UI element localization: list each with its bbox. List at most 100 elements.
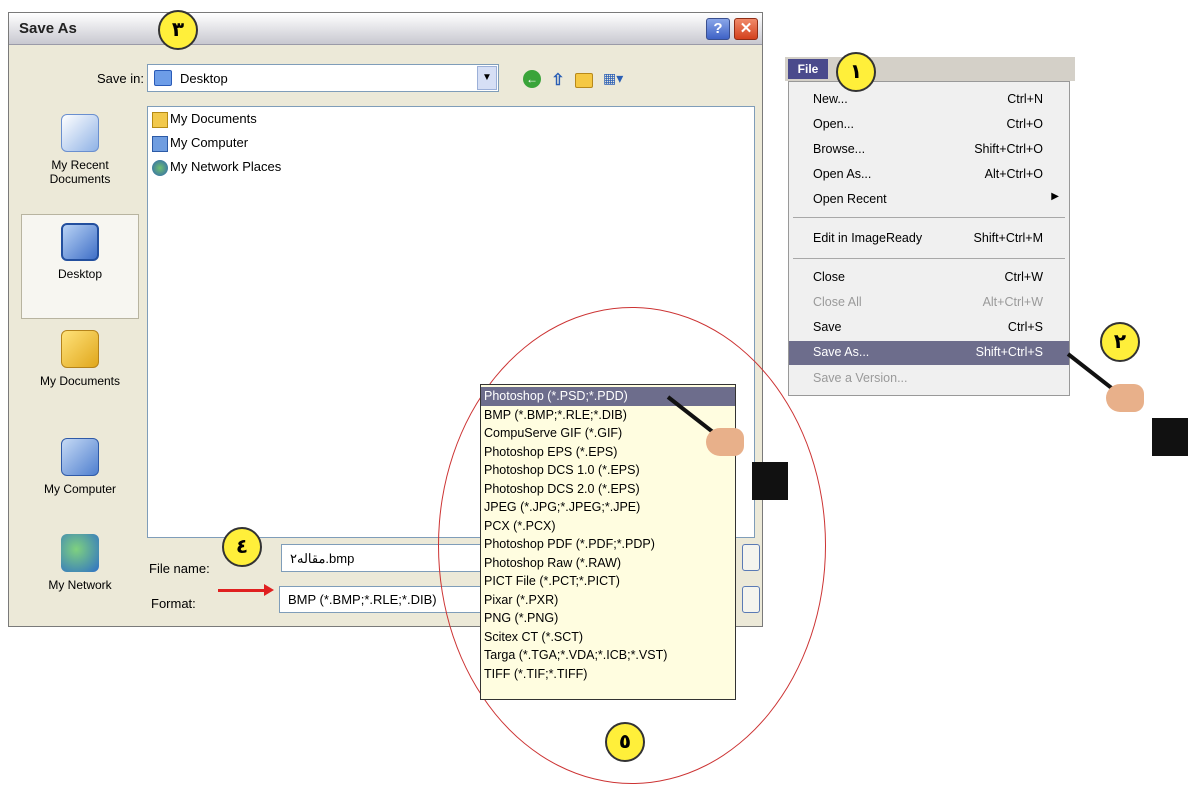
back-icon[interactable]: ← [523, 70, 541, 88]
format-option[interactable]: PICT File (*.PCT;*.PICT) [481, 572, 735, 591]
file-name-label: File name: [149, 561, 210, 576]
format-dropdown-list[interactable]: Photoshop (*.PSD;*.PDD) BMP (*.BMP;*.RLE… [480, 384, 736, 700]
red-arrow [218, 584, 274, 596]
place-label: My Recent Documents [49, 158, 111, 186]
save-in-label: Save in: [97, 71, 144, 86]
menu-item-label: Save As... [813, 345, 870, 359]
network-places-icon [152, 159, 168, 176]
menu-item-label: New... [813, 92, 848, 106]
desktop-icon [61, 223, 99, 261]
recent-documents-icon [61, 114, 99, 152]
place-my-documents[interactable]: My Documents [21, 322, 139, 427]
close-button[interactable]: ✕ [734, 18, 758, 40]
menu-item-label: Close [813, 270, 845, 284]
place-my-recent-documents[interactable]: My Recent Documents [21, 106, 139, 211]
sleeve-icon [752, 462, 788, 500]
menu-file[interactable]: File [788, 59, 828, 79]
format-option[interactable]: JPEG (*.JPG;*.JPEG;*.JPE) [481, 498, 735, 517]
documents-folder-icon [61, 330, 99, 368]
menu-item-shortcut: Ctrl+O [1006, 117, 1043, 131]
up-folder-icon[interactable]: ⇧ [549, 70, 567, 89]
format-option[interactable]: PNG (*.PNG) [481, 609, 735, 628]
menu-item-close-all[interactable]: Close All Alt+Ctrl+W [789, 291, 1069, 315]
format-option[interactable]: Photoshop (*.PSD;*.PDD) [481, 387, 735, 406]
menu-item-shortcut: Alt+Ctrl+W [982, 295, 1043, 309]
menu-item-label: Close All [813, 295, 862, 309]
menu-item-save[interactable]: Save Ctrl+S [789, 316, 1069, 340]
places-bar: My Recent Documents Desktop My Documents… [21, 106, 139, 611]
menu-separator [793, 217, 1065, 218]
step-badge-4: ٤ [222, 527, 262, 567]
chevron-down-icon[interactable]: ▼ [477, 66, 497, 90]
format-option[interactable]: PCX (*.PCX) [481, 517, 735, 536]
list-item-label: My Computer [170, 135, 249, 150]
menu-item-save-a-version[interactable]: Save a Version... [789, 367, 1069, 391]
list-item[interactable]: My Network Places [152, 159, 281, 181]
menu-item-new[interactable]: New... Ctrl+N [789, 88, 1069, 112]
format-option[interactable]: Pixar (*.PXR) [481, 591, 735, 610]
menu-item-label: Open Recent [813, 192, 887, 206]
dialog-title: Save As [19, 20, 77, 37]
menu-item-open-recent[interactable]: Open Recent ▶ [789, 188, 1069, 212]
pointing-hand-icon [706, 428, 744, 456]
list-item[interactable]: My Documents [152, 111, 257, 133]
menu-item-close[interactable]: Close Ctrl+W [789, 266, 1069, 290]
new-folder-icon[interactable] [575, 73, 593, 88]
format-option[interactable]: Photoshop EPS (*.EPS) [481, 443, 735, 462]
menu-item-shortcut: Shift+Ctrl+O [974, 142, 1043, 156]
file-menu: New... Ctrl+N Open... Ctrl+O Browse... S… [788, 81, 1070, 396]
place-label: Desktop [57, 267, 103, 281]
place-my-computer[interactable]: My Computer [21, 430, 139, 535]
menu-item-label: Open As... [813, 167, 872, 181]
menu-item-shortcut: Ctrl+S [1007, 320, 1043, 334]
menu-item-label: Open... [813, 117, 854, 131]
format-label: Format: [151, 596, 196, 611]
step-badge-3: ٣ [158, 10, 198, 50]
step-badge-5: ٥ [605, 722, 645, 762]
format-option[interactable]: Photoshop Raw (*.RAW) [481, 554, 735, 573]
place-my-network[interactable]: My Network [21, 526, 139, 631]
menu-bar: File [785, 57, 1075, 81]
format-option[interactable]: Photoshop DCS 1.0 (*.EPS) [481, 461, 735, 480]
computer-icon [61, 438, 99, 476]
menu-item-open[interactable]: Open... Ctrl+O [789, 113, 1069, 137]
menu-item-label: Browse... [813, 142, 866, 156]
menu-separator [793, 258, 1065, 259]
menu-item-shortcut: Alt+Ctrl+O [984, 167, 1043, 181]
step-badge-1: ١ [836, 52, 876, 92]
format-option[interactable]: TIFF (*.TIF;*.TIFF) [481, 665, 735, 684]
pointing-hand-icon [1106, 384, 1144, 412]
format-option[interactable]: Scitex CT (*.SCT) [481, 628, 735, 647]
save-in-dropdown[interactable]: Desktop ▼ [147, 64, 499, 92]
submenu-arrow-icon: ▶ [1051, 191, 1059, 202]
menu-item-shortcut: Shift+Ctrl+S [975, 345, 1043, 359]
desktop-icon [154, 70, 172, 86]
menu-item-save-as[interactable]: Save As... Shift+Ctrl+S [789, 341, 1069, 365]
menu-item-label: Edit in ImageReady [813, 231, 923, 245]
sleeve-icon [1152, 418, 1188, 456]
help-button[interactable]: ? [706, 18, 730, 40]
format-option[interactable]: Targa (*.TGA;*.VDA;*.ICB;*.VST) [481, 646, 735, 665]
menu-item-shortcut: Ctrl+W [1004, 270, 1043, 284]
dialog-titlebar[interactable]: Save As ? ✕ [9, 13, 762, 45]
list-item-label: My Documents [170, 111, 257, 126]
save-in-value: Desktop [180, 71, 228, 86]
menu-item-label: Save a Version... [813, 371, 908, 385]
computer-icon [152, 135, 168, 152]
place-desktop[interactable]: Desktop [21, 214, 139, 319]
format-option[interactable]: Photoshop DCS 2.0 (*.EPS) [481, 480, 735, 499]
place-label: My Documents [39, 374, 121, 388]
menu-item-shortcut: Shift+Ctrl+M [973, 231, 1043, 245]
menu-item-open-as[interactable]: Open As... Alt+Ctrl+O [789, 163, 1069, 187]
list-item-label: My Network Places [170, 159, 282, 174]
step-badge-2: ٢ [1100, 322, 1140, 362]
format-option[interactable]: CompuServe GIF (*.GIF) [481, 424, 735, 443]
menu-item-label: Save [813, 320, 842, 334]
format-option[interactable]: Photoshop PDF (*.PDF;*.PDP) [481, 535, 735, 554]
views-menu-icon[interactable]: ▦▾ [603, 70, 633, 88]
menu-item-shortcut: Ctrl+N [1007, 92, 1043, 106]
menu-item-edit-in-imageready[interactable]: Edit in ImageReady Shift+Ctrl+M [789, 227, 1069, 251]
documents-folder-icon [152, 111, 168, 128]
list-item[interactable]: My Computer [152, 135, 248, 157]
menu-item-browse[interactable]: Browse... Shift+Ctrl+O [789, 138, 1069, 162]
